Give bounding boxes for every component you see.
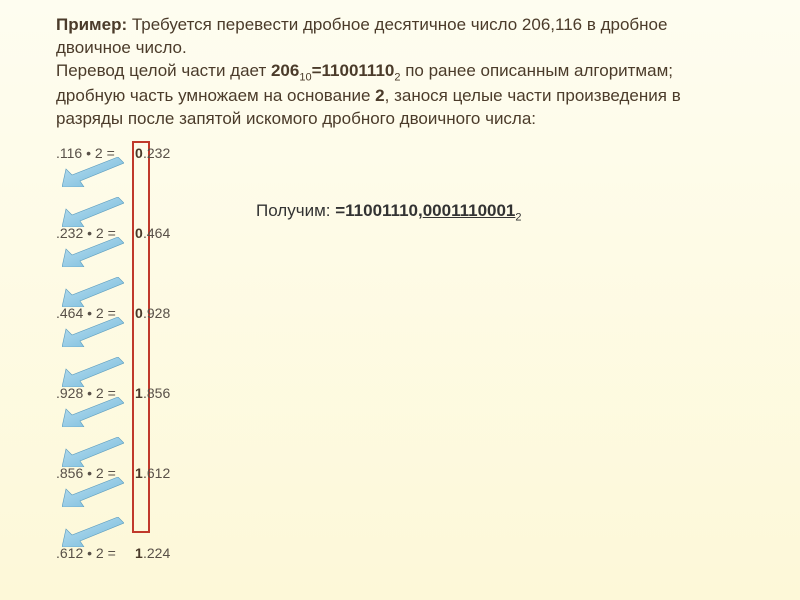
flow-arrow-icon xyxy=(62,397,124,427)
eq-sign: = xyxy=(312,61,322,80)
calc-frac: .856 xyxy=(143,385,170,401)
intro-line1: Требуется перевести дробное десятичное ч… xyxy=(56,15,667,57)
calc-lhs: .116 • 2 = xyxy=(56,145,119,161)
calc-int-digit: 0 xyxy=(135,225,143,241)
int-dec-sub: 10 xyxy=(299,71,311,83)
flow-arrow-icon xyxy=(62,157,124,187)
calc-frac: .464 xyxy=(143,225,170,241)
intro-line2-pre: Перевод целой части дает xyxy=(56,61,271,80)
result-sub: 2 xyxy=(515,211,521,223)
calculation-area: .116 • 2 = 0.232.232 • 2 = 0.464.464 • 2… xyxy=(56,145,744,565)
flow-arrow-icon xyxy=(62,357,124,387)
result-label: Получим: xyxy=(256,201,335,220)
flow-arrow-icon xyxy=(62,237,124,267)
intro-paragraph: Пример: Требуется перевести дробное деся… xyxy=(56,14,744,131)
result-int: 11001110 xyxy=(345,201,418,220)
result-frac: 0001110001 xyxy=(423,201,516,220)
calc-int-digit: 0 xyxy=(135,305,143,321)
calc-lhs: .232 • 2 = xyxy=(56,225,120,241)
calc-frac: .224 xyxy=(143,545,170,561)
calc-int-digit: 1 xyxy=(135,385,143,401)
flow-arrow-icon xyxy=(62,197,124,227)
result-line: Получим: =11001110,00011100012 xyxy=(256,201,522,223)
calc-frac: .612 xyxy=(143,465,170,481)
base-two: 2 xyxy=(375,86,384,105)
flow-arrow-icon xyxy=(62,517,124,547)
example-label: Пример: xyxy=(56,15,127,34)
calc-lhs: .856 • 2 = xyxy=(56,465,120,481)
result-eq: = xyxy=(335,201,345,220)
flow-arrow-icon xyxy=(62,277,124,307)
calc-frac: .928 xyxy=(143,305,170,321)
flow-arrow-icon xyxy=(62,437,124,467)
calc-int-digit: 0 xyxy=(135,145,143,161)
int-bin: 11001110 xyxy=(322,61,395,80)
flow-arrow-icon xyxy=(62,317,124,347)
calc-lhs: .612 • 2 = xyxy=(56,545,120,561)
calc-lhs: .464 • 2 = xyxy=(56,305,120,321)
calc-lhs: .928 • 2 = xyxy=(56,385,120,401)
calc-int-digit: 1 xyxy=(135,545,143,561)
flow-arrow-icon xyxy=(62,477,124,507)
int-dec: 206 xyxy=(271,61,299,80)
calc-int-digit: 1 xyxy=(135,465,143,481)
slide-page: Пример: Требуется перевести дробное деся… xyxy=(0,0,800,600)
calc-frac: .232 xyxy=(143,145,170,161)
